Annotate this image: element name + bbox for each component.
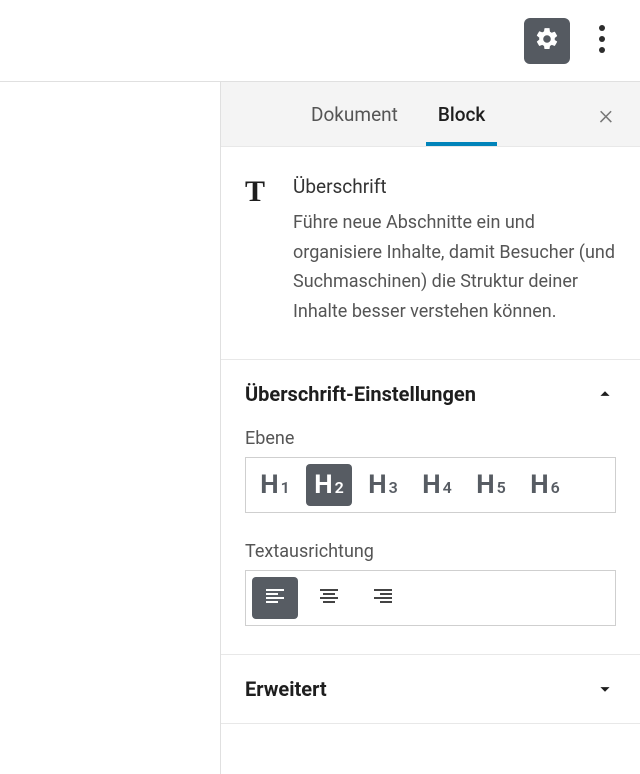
block-description: Führe neue Abschnitte ein und organisier…: [293, 208, 616, 327]
heading-level-h3[interactable]: H3: [360, 464, 406, 506]
heading-level-h5[interactable]: H5: [468, 464, 514, 506]
inspector-sidebar: Dokument Block × T Überschrift Führe neu…: [220, 82, 640, 774]
panel-title: Überschrift-Einstellungen: [245, 382, 476, 406]
panel-toggle-advanced[interactable]: Erweitert: [221, 655, 640, 723]
heading-block-icon: T: [245, 175, 275, 327]
block-title: Überschrift: [293, 175, 616, 198]
kebab-icon: [599, 25, 605, 57]
heading-level-h4[interactable]: H4: [414, 464, 460, 506]
align-right-button[interactable]: [360, 577, 406, 619]
align-center-icon: [317, 584, 341, 612]
heading-level-group: H1 H2 H3 H4 H5 H6: [245, 457, 616, 513]
settings-button[interactable]: [524, 18, 570, 64]
chevron-up-icon: [594, 383, 616, 405]
level-label: Ebene: [245, 428, 616, 449]
align-label: Textausrichtung: [245, 541, 616, 562]
gear-icon: [534, 26, 560, 56]
heading-level-h2[interactable]: H2: [306, 464, 352, 506]
close-icon: ×: [599, 98, 614, 131]
more-button[interactable]: [582, 21, 622, 61]
text-align-group: [245, 570, 616, 626]
align-right-icon: [371, 584, 395, 612]
align-left-button[interactable]: [252, 577, 298, 619]
panel-title: Erweitert: [245, 677, 327, 701]
align-center-button[interactable]: [306, 577, 352, 619]
tab-block[interactable]: Block: [418, 82, 505, 146]
tab-document[interactable]: Dokument: [291, 82, 418, 146]
panel-toggle-heading-settings[interactable]: Überschrift-Einstellungen: [221, 360, 640, 428]
chevron-down-icon: [594, 678, 616, 700]
close-button[interactable]: ×: [590, 98, 622, 130]
align-left-icon: [263, 584, 287, 612]
heading-level-h6[interactable]: H6: [522, 464, 568, 506]
heading-level-h1[interactable]: H1: [252, 464, 298, 506]
